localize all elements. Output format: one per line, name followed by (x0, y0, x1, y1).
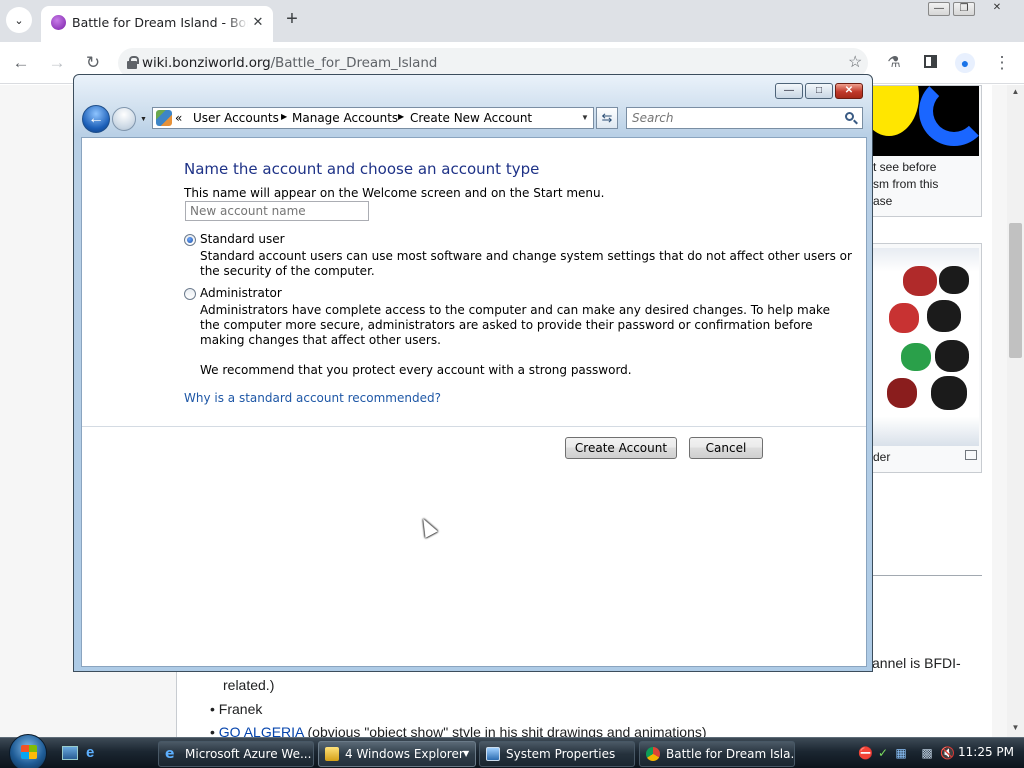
name-hint: This name will appear on the Welcome scr… (184, 186, 605, 200)
browser-tab-strip: ⌄ Battle for Dream Island - BonziWorld ✕… (0, 0, 1024, 42)
recent-pages-dropdown-icon[interactable]: ▼ (140, 116, 147, 123)
taskbar-button-azure[interactable]: e Microsoft Azure We... (158, 741, 314, 767)
forward-arrow-icon[interactable]: → (45, 51, 69, 75)
show-desktop-icon[interactable] (62, 746, 78, 760)
page-title: Name the account and choose an account t… (184, 160, 540, 178)
taskbar-button-system-properties[interactable]: System Properties (479, 741, 635, 767)
ie-icon: e (165, 746, 175, 762)
reload-icon[interactable]: ↻ (81, 51, 105, 75)
profile-avatar-icon[interactable]: ● (953, 51, 977, 75)
tab-title: Battle for Dream Island - BonziWorld (72, 15, 248, 30)
create-account-button[interactable]: Create Account (565, 437, 677, 459)
standard-user-radio[interactable] (184, 234, 196, 246)
volume-muted-icon[interactable]: 🔇 (940, 746, 955, 760)
list-item: • GO ALGERIA (obvious "object show" styl… (210, 724, 707, 737)
address-dropdown-icon[interactable]: ▼ (581, 113, 589, 122)
url-text: wiki.bonziworld.org/Battle_for_Dream_Isl… (142, 55, 438, 71)
minimize-button[interactable]: — (775, 83, 803, 99)
browser-tab-active[interactable]: Battle for Dream Island - BonziWorld ✕ (41, 6, 273, 42)
breadcrumb-manage-accounts[interactable]: Manage Accounts (292, 111, 398, 125)
breadcrumb-separator-icon[interactable]: ▶ (398, 112, 404, 121)
article-thumbnail-1[interactable]: t see before sm from this ase (872, 85, 982, 217)
search-input[interactable] (627, 108, 839, 128)
thumbnail-image-1 (873, 86, 979, 156)
restore-window-button[interactable]: ❐ (953, 2, 975, 16)
chevron-down-icon: ⌄ (14, 14, 24, 27)
account-name-input[interactable] (185, 201, 369, 221)
thumbnail-image-2 (873, 248, 979, 446)
system-properties-icon (486, 747, 500, 761)
divider (82, 426, 866, 427)
forward-button[interactable] (112, 107, 136, 131)
enlarge-icon[interactable] (965, 450, 977, 460)
create-account-window: — □ ✕ ← ▼ « User Accounts ▶ Manage Accou… (73, 74, 873, 672)
why-standard-account-link[interactable]: Why is a standard account recommended? (184, 391, 441, 405)
internet-explorer-icon[interactable]: e (86, 745, 102, 760)
close-window-button[interactable]: ✕ (978, 2, 1016, 16)
close-button[interactable]: ✕ (835, 83, 863, 99)
page-scrollbar[interactable]: ▲ ▼ (1007, 85, 1024, 737)
tray-app-icon[interactable]: ▦ (894, 746, 908, 760)
standard-user-description: Standard account users can use most soft… (200, 249, 852, 278)
scroll-down-icon[interactable]: ▼ (1009, 723, 1022, 735)
security-alert-icon[interactable]: ⛔ (858, 746, 873, 760)
folder-icon (325, 747, 339, 761)
list-item: • Franek (210, 701, 263, 717)
breadcrumb-create-new-account[interactable]: Create New Account (410, 111, 532, 125)
menu-kebab-icon[interactable]: ⋮ (990, 51, 1014, 75)
article-thumbnail-2[interactable]: der (872, 243, 982, 473)
cancel-button[interactable]: Cancel (689, 437, 763, 459)
standard-user-label[interactable]: Standard user (200, 232, 285, 246)
close-tab-icon[interactable]: ✕ (250, 14, 266, 30)
back-arrow-icon[interactable]: ← (9, 51, 33, 75)
thumbnail-caption-1: t see before sm from this ase (873, 160, 939, 208)
chrome-icon (646, 747, 660, 761)
bookmark-star-icon[interactable]: ☆ (848, 52, 862, 72)
windows-logo-icon (21, 745, 37, 759)
administrator-label[interactable]: Administrator (200, 286, 282, 300)
network-icon[interactable]: ▩ (920, 746, 934, 760)
explorer-address-bar[interactable]: « User Accounts ▶ Manage Accounts ▶ Crea… (152, 107, 594, 129)
tab-search-button[interactable]: ⌄ (6, 7, 32, 33)
maximize-button[interactable]: □ (805, 83, 833, 99)
article-text-fragment: annel is BFDI- (872, 655, 961, 671)
minimize-window-button[interactable]: — (928, 2, 950, 16)
breadcrumb-overflow[interactable]: « (175, 111, 182, 125)
article-text-related: related.) (223, 677, 275, 693)
tray-check-icon[interactable]: ✓ (876, 746, 890, 760)
new-tab-button[interactable]: + (279, 7, 305, 33)
bonzi-favicon-icon (51, 15, 66, 30)
back-button[interactable]: ← (82, 105, 110, 133)
control-panel-icon (156, 110, 172, 126)
group-dropdown-icon[interactable]: ▼ (463, 742, 469, 766)
clock[interactable]: 11:25 PM (958, 745, 1014, 759)
refresh-icon[interactable]: ⇆ (596, 107, 618, 129)
taskbar-button-windows-explorer[interactable]: 4 Windows Explorer ▼ (318, 741, 476, 767)
administrator-radio[interactable] (184, 288, 196, 300)
administrator-description: Administrators have complete access to t… (200, 303, 830, 347)
password-recommendation: We recommend that you protect every acco… (200, 363, 632, 377)
taskbar-button-chrome[interactable]: Battle for Dream Isla... (639, 741, 795, 767)
taskbar: e e Microsoft Azure We... 4 Windows Expl… (0, 734, 1024, 768)
search-icon[interactable] (845, 112, 854, 121)
thumbnail-caption-2: der (873, 450, 891, 464)
side-panel-icon[interactable] (918, 51, 942, 75)
dialog-content: Name the account and choose an account t… (81, 137, 867, 667)
breadcrumb-user-accounts[interactable]: User Accounts (193, 111, 279, 125)
breadcrumb-separator-icon[interactable]: ▶ (281, 112, 287, 121)
labs-flask-icon[interactable]: ⚗ (882, 51, 906, 75)
scroll-thumb[interactable] (1009, 223, 1022, 358)
start-button[interactable] (9, 734, 47, 768)
search-box[interactable] (626, 107, 863, 129)
go-algeria-link[interactable]: GO ALGERIA (219, 724, 304, 737)
lock-icon[interactable] (127, 56, 139, 69)
scroll-up-icon[interactable]: ▲ (1009, 87, 1022, 99)
section-divider (872, 575, 982, 576)
